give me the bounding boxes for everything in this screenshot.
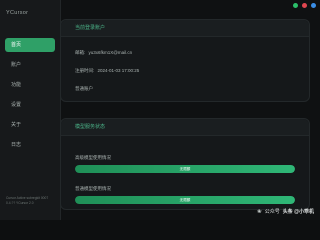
sidebar-item-about[interactable]: 关于: [5, 118, 55, 132]
sidebar-item-features[interactable]: 功能: [5, 78, 55, 92]
email-value: yu3x6fkm1X@mail.cn: [88, 50, 133, 55]
register-time-label: 注册时间:: [75, 68, 95, 73]
sidebar-item-settings[interactable]: 设置: [5, 98, 55, 112]
watermark: ❀ 公众号 头条 @小乖机: [257, 208, 314, 216]
email-field: 邮箱: yu3x6fkm1X@mail.cn: [75, 50, 132, 56]
register-time-value: 2024-01-03 17:00:25: [97, 68, 140, 73]
standard-model-progress: 无限额: [75, 196, 295, 204]
minimize-window-button[interactable]: [293, 3, 298, 8]
sidebar-footer: Cursor Active subregkit 0007 0.4.?? YCur…: [6, 196, 58, 205]
watermark-author: 头条 @小乖机: [282, 209, 314, 215]
account-card: 当前登录账户 邮箱: yu3x6fkm1X@mail.cn 注册时间: 2024…: [60, 19, 310, 102]
model-status-card-title: 模型服务状态: [61, 119, 309, 136]
premium-model-progress: 无限额: [75, 165, 295, 173]
premium-model-label: 高级模型使用情况: [75, 155, 111, 160]
sidebar-item-home[interactable]: 首页: [5, 38, 55, 52]
standard-model-label: 普通模型使用情况: [75, 186, 111, 191]
sidebar: YCursor 首页 账户 功能 设置 关于 日志 Cursor Active …: [0, 0, 61, 220]
app-window: YCursor 首页 账户 功能 设置 关于 日志 Cursor Active …: [0, 0, 320, 220]
maximize-window-button[interactable]: [311, 3, 316, 8]
account-status: 普通账户: [75, 86, 93, 91]
close-window-button[interactable]: [302, 3, 307, 8]
premium-model-progress-text: 无限额: [179, 167, 191, 171]
sidebar-nav: 首页 账户 功能 设置 关于 日志: [5, 38, 55, 158]
model-status-card: 模型服务状态 高级模型使用情况 无限额 普通模型使用情况 无限额: [60, 118, 310, 210]
footer-line-2: 0.4.?? YCursor 2.0: [6, 200, 34, 205]
account-card-title: 当前登录账户: [61, 20, 309, 37]
watermark-logo-icon: ❀: [257, 208, 262, 215]
standard-model-progress-text: 无限额: [179, 198, 191, 202]
app-title: YCursor: [6, 10, 29, 16]
sidebar-item-account[interactable]: 账户: [5, 58, 55, 72]
sidebar-item-logs[interactable]: 日志: [5, 138, 55, 152]
register-time-field: 注册时间: 2024-01-03 17:00:25: [75, 68, 139, 74]
email-label: 邮箱:: [75, 50, 86, 55]
window-controls: [293, 3, 316, 8]
watermark-source: 公众号: [264, 209, 280, 215]
